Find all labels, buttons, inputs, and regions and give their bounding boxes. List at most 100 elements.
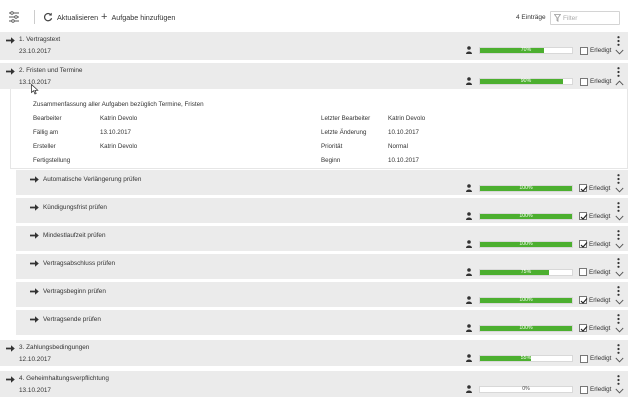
done-checkbox[interactable] <box>579 268 587 276</box>
more-options-icon[interactable] <box>617 314 620 324</box>
more-options-icon[interactable] <box>617 230 620 240</box>
assignee-icon[interactable] <box>466 268 472 276</box>
progress-label: 0% <box>522 386 530 392</box>
add-task-button[interactable]: + Aufgabe hinzufügen <box>101 11 175 23</box>
done-label: Erledigt <box>589 185 611 192</box>
done-checkbox[interactable] <box>580 47 588 55</box>
check-icon <box>580 298 588 304</box>
plus-icon: + <box>101 11 108 23</box>
chevron-down-icon[interactable] <box>615 215 624 221</box>
more-options-icon[interactable] <box>617 67 620 77</box>
subtask-title: Vertragsende prüfen <box>43 316 101 323</box>
chevron-down-icon[interactable] <box>615 187 624 193</box>
task-details: Zusammenfassung aller Aufgaben bezüglich… <box>10 89 628 169</box>
subtask-title: Automatische Verlängerung prüfen <box>43 176 142 183</box>
chevron-down-icon[interactable] <box>615 357 624 363</box>
done-label: Erledigt <box>589 241 611 248</box>
assignee-icon[interactable] <box>466 354 472 362</box>
subtask-title: Mindestlaufzeit prüfen <box>43 232 106 239</box>
assignee-icon[interactable] <box>466 212 472 220</box>
subtask-title: Vertragsbeginn prüfen <box>43 288 106 295</box>
progress-label: 75% <box>520 269 532 275</box>
progress-label: 100% <box>519 297 533 303</box>
subtask-row[interactable]: Automatische Verlängerung prüfen 100% Erle… <box>16 170 628 195</box>
subtask-row[interactable]: Mindestlaufzeit prüfen 100% Erledigt <box>16 226 628 251</box>
assignee-icon[interactable] <box>466 184 472 192</box>
detail-value: Katrin Devolo <box>100 115 138 122</box>
task-date: 12.10.2017 <box>19 356 51 363</box>
detail-value: 13.10.2017 <box>100 129 131 136</box>
chevron-down-icon[interactable] <box>615 271 624 277</box>
detail-value: Normal <box>388 143 408 150</box>
arrow-right-icon <box>6 67 15 77</box>
assignee-icon[interactable] <box>466 240 472 248</box>
filter-icon <box>554 14 561 22</box>
task-row[interactable]: 2. Fristen und Termine 13.10.2017 90% Erled… <box>0 63 628 89</box>
done-label: Erledigt <box>590 47 612 54</box>
refresh-button[interactable]: Aktualisieren <box>43 11 98 23</box>
progress-bar: 100% <box>479 297 573 304</box>
task-title: 3. Zahlungsbedingungen <box>19 344 90 351</box>
task-row[interactable]: 3. Zahlungsbedingungen 12.10.2017 55% Erled… <box>0 340 628 366</box>
progress-bar: 100% <box>479 185 573 192</box>
filter-input[interactable] <box>563 13 617 23</box>
more-options-icon[interactable] <box>617 344 620 354</box>
done-checkbox[interactable] <box>580 78 588 86</box>
more-options-icon[interactable] <box>617 174 620 184</box>
assignee-icon[interactable] <box>466 385 472 393</box>
chevron-down-icon[interactable] <box>615 327 624 333</box>
assignee-icon[interactable] <box>466 77 472 85</box>
task-title: 1. Vertragstext <box>19 36 61 43</box>
more-options-icon[interactable] <box>617 258 620 268</box>
subtask-row[interactable]: Vertragsende prüfen 100% Erledigt <box>16 310 628 335</box>
subtask-row[interactable]: Vertragsbeginn prüfen 100% Erledigt <box>16 282 628 307</box>
done-label: Erledigt <box>589 325 611 332</box>
more-options-icon[interactable] <box>617 36 620 46</box>
task-summary: Zusammenfassung aller Aufgaben bezüglich… <box>33 101 204 108</box>
more-options-icon[interactable] <box>617 375 620 385</box>
progress-label: 100% <box>519 325 533 331</box>
detail-label: Fällig am <box>33 129 59 136</box>
more-options-icon[interactable] <box>617 286 620 296</box>
chevron-down-icon[interactable] <box>615 388 624 394</box>
done-checkbox[interactable] <box>579 212 588 220</box>
done-checkbox[interactable] <box>579 240 588 248</box>
progress-bar: 90% <box>479 78 573 85</box>
assignee-icon[interactable] <box>466 46 472 54</box>
check-icon <box>580 214 588 220</box>
check-icon <box>580 242 588 248</box>
arrow-right-icon <box>6 375 15 385</box>
list-settings-icon[interactable] <box>8 11 20 23</box>
detail-label: Ersteller <box>33 143 56 150</box>
done-checkbox[interactable] <box>579 296 588 304</box>
task-title: 2. Fristen und Termine <box>19 67 83 74</box>
subtask-row[interactable]: Vertragsabschluss prüfen 75% Erledigt <box>16 254 628 279</box>
chevron-up-icon[interactable] <box>615 80 624 86</box>
done-checkbox[interactable] <box>580 386 588 394</box>
assignee-icon[interactable] <box>466 324 472 332</box>
detail-value: 10.10.2017 <box>388 129 419 136</box>
done-checkbox[interactable] <box>579 324 588 332</box>
done-label: Erledigt <box>590 386 612 393</box>
filter-field[interactable] <box>550 11 620 25</box>
task-row[interactable]: 4. Geheimhaltungsverpflichtung 13.10.2017… <box>0 371 628 397</box>
toolbar: Aktualisieren + Aufgabe hinzufügen 4 Ein… <box>0 0 628 32</box>
more-options-icon[interactable] <box>617 202 620 212</box>
toolbar-divider <box>34 10 35 24</box>
subtask-title: Vertragsabschluss prüfen <box>43 260 116 267</box>
progress-bar: 70% <box>479 47 573 54</box>
chevron-down-icon[interactable] <box>615 243 624 249</box>
subtask-row[interactable]: Kündigungsfrist prüfen 100% Erledigt <box>16 198 628 223</box>
chevron-down-icon[interactable] <box>615 49 624 55</box>
task-row[interactable]: 1. Vertragstext 23.10.2017 70% Erledigt <box>0 32 628 60</box>
done-checkbox[interactable] <box>580 355 588 363</box>
progress-label: 70% <box>520 47 532 53</box>
done-checkbox[interactable] <box>579 184 588 192</box>
done-label: Erledigt <box>589 297 611 304</box>
arrow-right-icon <box>30 231 39 241</box>
check-icon <box>580 326 588 332</box>
progress-bar: 100% <box>479 325 573 332</box>
assignee-icon[interactable] <box>466 296 472 304</box>
progress-label: 100% <box>519 241 533 247</box>
chevron-down-icon[interactable] <box>615 299 624 305</box>
